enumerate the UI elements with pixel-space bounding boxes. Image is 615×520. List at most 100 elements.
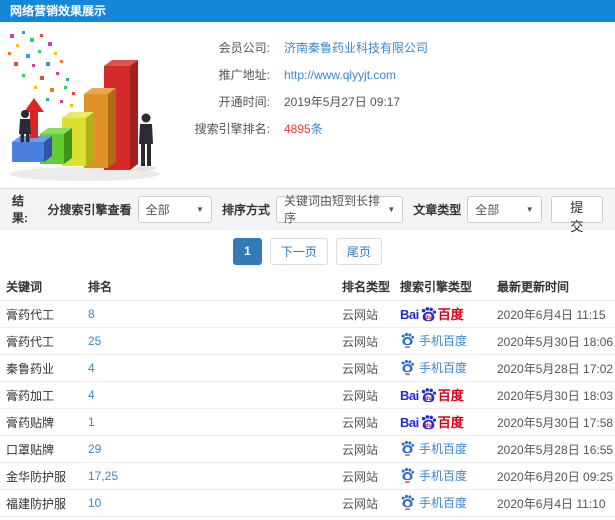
open-time-value: 2019年5月27日 09:17: [284, 95, 401, 109]
mobile-baidu-paw-icon: [400, 467, 415, 485]
mobile-baidu-paw-icon: [400, 440, 415, 458]
rank-type-cell: 云网站: [342, 442, 379, 457]
mobile-baidu-paw-icon: [400, 359, 415, 377]
page-1-button[interactable]: 1: [233, 237, 262, 265]
header-rank: 排名: [88, 279, 113, 294]
svg-text:du: du: [425, 422, 431, 428]
last-page-button[interactable]: 尾页: [335, 237, 382, 265]
svg-text:du: du: [425, 314, 431, 320]
baidu-paw-icon: du: [420, 414, 437, 431]
mobile-baidu-logo: 手机百度: [400, 440, 467, 458]
sort-select[interactable]: 关键词由短到长排序 ▼: [275, 194, 404, 225]
mobile-baidu-label: 手机百度: [419, 496, 468, 510]
keyword-cell: 膏药贴牌: [6, 415, 55, 430]
updated-cell: 2020年5月30日 17:58: [497, 415, 614, 430]
table-row: 秦鲁药业 4 云网站 手机百度 2020年5月28日 17:02: [0, 354, 615, 381]
mobile-baidu-paw-icon: [400, 494, 415, 512]
header-rank-type: 排名类型: [342, 279, 391, 294]
table-row: 膏药贴牌 1 云网站 Bai du 百度 2020年5月30日 17:58: [0, 408, 615, 435]
chevron-down-icon: ▼: [387, 204, 396, 214]
marketing-chart-clipart: [8, 31, 160, 181]
chevron-down-icon: ▼: [196, 204, 204, 214]
mobile-baidu-logo: 手机百度: [400, 467, 467, 485]
table-row: 膏药加工 4 云网站 Bai du 百度 2020年5月30日 18:03: [0, 381, 615, 408]
sort-selected: 关键词由短到长排序: [283, 194, 380, 225]
updated-cell: 2020年6月4日 11:15: [497, 307, 606, 322]
updated-cell: 2020年6月4日 11:10: [497, 496, 606, 511]
rank-link[interactable]: 25: [88, 334, 101, 348]
rank-type-cell: 云网站: [342, 307, 379, 322]
company-name-link[interactable]: 济南秦鲁药业科技有限公司: [284, 39, 428, 56]
svg-text:du: du: [425, 395, 431, 401]
updated-cell: 2020年5月30日 18:06: [497, 334, 614, 349]
mobile-baidu-paw-icon: [400, 332, 415, 350]
rank-link[interactable]: 10: [88, 496, 101, 510]
keyword-cell: 膏药代工: [6, 334, 55, 349]
table-row: 口罩贴牌 29 云网站 手机百度 2020年5月28日 16:55: [0, 435, 615, 462]
keyword-cell: 秦鲁药业: [6, 361, 55, 376]
open-time-label: 开通时间:: [218, 95, 270, 109]
company-info-list: 会员公司: 济南秦鲁药业科技有限公司 推广地址: http://www.qlyy…: [178, 22, 615, 142]
company-label: 会员公司:: [218, 41, 270, 55]
rank-type-cell: 云网站: [342, 415, 379, 430]
baidu-paw-icon: du: [420, 306, 437, 323]
table-row: 膏药代工 25 云网站 手机百度 2020年5月30日 18:06: [0, 327, 615, 354]
company-info-section: 会员公司: 济南秦鲁药业科技有限公司 推广地址: http://www.qlyy…: [0, 22, 615, 188]
mobile-baidu-logo: 手机百度: [400, 359, 467, 377]
rank-link[interactable]: 8: [88, 307, 95, 321]
rank-type-cell: 云网站: [342, 496, 379, 511]
header-keyword: 关键词: [6, 279, 43, 294]
info-row-rank-count: 搜索引擎排名: 4895条: [178, 115, 615, 142]
page-title-bar: 网络营销效果展示: [0, 0, 615, 22]
table-row-partial: Baidu百度: [0, 516, 615, 520]
promo-url-label: 推广地址:: [218, 68, 270, 82]
rank-type-cell: 云网站: [342, 388, 379, 403]
rank-link[interactable]: 29: [88, 442, 101, 456]
engine-view-label: 分搜索引擎查看: [47, 202, 132, 217]
sort-label: 排序方式: [221, 202, 270, 217]
updated-cell: 2020年5月28日 17:02: [497, 361, 614, 376]
header-updated: 最新更新时间: [497, 279, 570, 294]
rank-type-cell: 云网站: [342, 334, 379, 349]
keyword-cell: 膏药代工: [6, 307, 55, 322]
article-type-selected: 全部: [475, 202, 500, 217]
baidu-logo: Bai du 百度: [400, 387, 464, 403]
keyword-cell: 膏药加工: [6, 388, 55, 403]
info-row-open-time: 开通时间: 2019年5月27日 09:17: [178, 88, 615, 115]
rank-link[interactable]: 4: [88, 388, 95, 402]
mobile-baidu-logo: 手机百度: [400, 332, 467, 350]
updated-cell: 2020年5月28日 16:55: [497, 442, 614, 457]
rank-type-cell: 云网站: [342, 469, 379, 484]
submit-button[interactable]: 提交: [550, 195, 603, 234]
rank-count-value: 4895条: [284, 122, 323, 136]
engine-view-selected: 全部: [145, 202, 170, 217]
rank-link[interactable]: 17,25: [88, 469, 118, 483]
mobile-baidu-label: 手机百度: [419, 469, 468, 483]
result-label: 结果:: [12, 194, 28, 225]
updated-cell: 2020年6月20日 09:25: [497, 469, 614, 484]
table-header-row: 关键词 排名 排名类型 搜索引擎类型 最新更新时间: [0, 272, 615, 300]
results-table: 关键词 排名 排名类型 搜索引擎类型 最新更新时间 膏药代工 8 云网站 Bai…: [0, 272, 615, 520]
info-row-url: 推广地址: http://www.qlyyjt.com: [178, 61, 615, 88]
rank-link[interactable]: 1: [88, 415, 95, 429]
keyword-cell: 口罩贴牌: [6, 442, 55, 457]
table-row: 福建防护服 10 云网站 手机百度 2020年6月4日 11:10: [0, 489, 615, 516]
keyword-cell: 金华防护服: [6, 469, 67, 484]
baidu-logo: Bai du 百度: [400, 414, 464, 431]
promo-url-link[interactable]: http://www.qlyyjt.com: [284, 68, 396, 82]
info-row-company: 会员公司: 济南秦鲁药业科技有限公司: [178, 34, 615, 61]
rank-type-cell: 云网站: [342, 361, 379, 376]
rank-link[interactable]: 4: [88, 361, 95, 375]
mobile-baidu-label: 手机百度: [419, 361, 468, 375]
rank-count-label: 搜索引擎排名:: [194, 122, 270, 136]
pagination: 1 下一页 尾页: [0, 230, 615, 272]
updated-cell: 2020年5月30日 18:03: [497, 388, 614, 403]
article-type-select[interactable]: 全部 ▼: [467, 195, 542, 223]
engine-view-select[interactable]: 全部 ▼: [137, 195, 212, 223]
article-type-label: 文章类型: [413, 202, 462, 217]
baidu-logo: Bai du 百度: [400, 306, 464, 323]
next-page-button[interactable]: 下一页: [269, 237, 328, 265]
mobile-baidu-logo: 手机百度: [400, 494, 467, 512]
table-row: 膏药代工 8 云网站 Bai du 百度 2020年6月4日 11:15: [0, 300, 615, 327]
header-engine-type: 搜索引擎类型: [400, 279, 473, 294]
